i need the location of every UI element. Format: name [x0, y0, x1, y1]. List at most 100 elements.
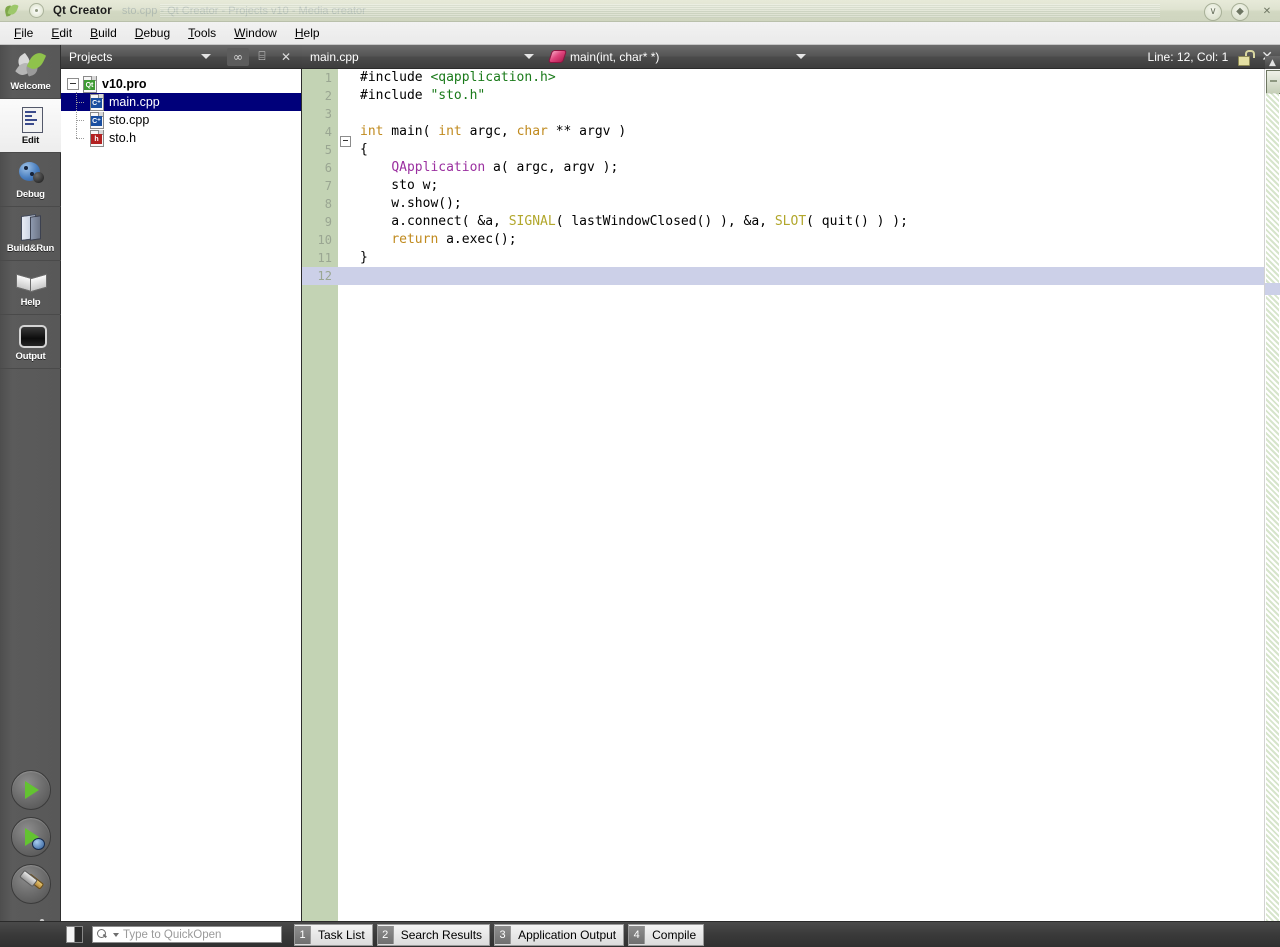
- code-line[interactable]: 9 a.connect( &a, SIGNAL( lastWindowClose…: [302, 213, 1280, 231]
- code-line[interactable]: 6 QApplication a( argc, argv );: [302, 159, 1280, 177]
- title-bar: Qt Creator sto.cpp - Qt Creator - Projec…: [0, 0, 1280, 22]
- line-number: 11: [317, 251, 332, 265]
- tree-label: main.cpp: [109, 95, 160, 109]
- line-text: #include <qapplication.h>: [352, 69, 556, 87]
- panel-label: Search Results: [400, 927, 483, 942]
- menu-accel-window: W: [234, 26, 246, 40]
- close-icon[interactable]: ✕: [1258, 3, 1276, 21]
- code-line[interactable]: 2 #include "sto.h": [302, 87, 1280, 105]
- code-token: a.exec();: [438, 232, 517, 247]
- tree-label: sto.h: [109, 131, 137, 145]
- menu-item-edit[interactable]: Edit: [42, 24, 81, 42]
- run-button[interactable]: [10, 770, 51, 810]
- code-token: #include: [360, 88, 431, 103]
- menu-item-build[interactable]: Build: [81, 24, 126, 42]
- code-token: SIGNAL: [508, 214, 556, 229]
- menu-accel-build: B: [90, 26, 99, 40]
- code-line-current[interactable]: 12: [302, 267, 1280, 285]
- tree-expand-toggle[interactable]: [67, 78, 79, 90]
- line-text: w.show();: [352, 195, 462, 213]
- chevron-down-icon[interactable]: [201, 54, 212, 59]
- unlocked-icon[interactable]: [1238, 49, 1256, 66]
- sidebar-toggle-icon[interactable]: [66, 926, 83, 943]
- minimize-icon[interactable]: ∨: [1204, 3, 1222, 21]
- tree-item-v10-pro[interactable]: Qt v10.pro: [61, 75, 301, 93]
- header-badge: h: [91, 134, 102, 144]
- debug-bug-icon: [16, 159, 46, 187]
- menu-item-debug[interactable]: Debug: [126, 24, 179, 42]
- panel-button-task-list[interactable]: 1 Task List: [294, 923, 373, 946]
- qt-project-icon: Qt: [82, 76, 97, 93]
- build-button[interactable]: [10, 864, 51, 904]
- code-token: ** argv ): [547, 124, 627, 139]
- mode-item-edit[interactable]: Edit: [0, 99, 61, 153]
- maximize-icon[interactable]: ◆: [1231, 3, 1249, 21]
- sync-link-icon[interactable]: ∞: [227, 47, 249, 66]
- code-line[interactable]: 8 w.show();: [302, 195, 1280, 213]
- line-number: 3: [324, 107, 332, 121]
- symbol-selector-combo[interactable]: main(int, char* *): [542, 45, 814, 69]
- menu-label-file: ile: [21, 26, 34, 40]
- mode-item-help[interactable]: Help: [0, 261, 61, 315]
- tree-item-main-cpp[interactable]: C⁺ main.cpp: [61, 92, 301, 111]
- tree-item-sto-h[interactable]: h sto.h: [61, 128, 301, 147]
- panel-button-application-output[interactable]: 3 Application Output: [494, 923, 625, 946]
- code-editor[interactable]: 1 #include <qapplication.h> 2 #include "…: [302, 69, 1280, 921]
- help-book-icon: [15, 267, 47, 295]
- code-line[interactable]: 10 return a.exec();: [302, 231, 1280, 249]
- editor-vertical-scrollbar[interactable]: ▲: [1264, 56, 1280, 921]
- split-view-icon[interactable]: ⌸: [251, 48, 273, 66]
- panel-button-compile[interactable]: 4 Compile: [628, 923, 705, 946]
- window-menu-icon[interactable]: [29, 3, 44, 18]
- header-file-icon: h: [89, 130, 104, 147]
- line-number: 12: [317, 269, 332, 283]
- mode-label-welcome: Welcome: [10, 81, 51, 92]
- menu-item-window[interactable]: Window: [225, 24, 286, 42]
- code-token: int: [438, 124, 462, 139]
- line-text: {: [352, 141, 368, 159]
- code-line[interactable]: 7 sto w;: [302, 177, 1280, 195]
- code-line[interactable]: 3: [302, 105, 1280, 123]
- code-token: w.show();: [360, 196, 462, 211]
- line-number: 7: [324, 179, 332, 193]
- mode-label-edit: Edit: [21, 135, 40, 146]
- menu-label-build: uild: [98, 26, 117, 40]
- menu-accel-help: H: [294, 26, 304, 40]
- panel-button-search-results[interactable]: 2 Search Results: [376, 923, 491, 946]
- code-line[interactable]: 4 int main( int argc, char ** argv ): [302, 123, 1280, 147]
- mode-item-debug[interactable]: Debug: [0, 153, 61, 207]
- code-line[interactable]: 1 #include <qapplication.h>: [302, 69, 1280, 87]
- code-token: {: [360, 142, 368, 157]
- tree-item-sto-cpp[interactable]: C⁺ sto.cpp: [61, 110, 301, 129]
- menu-item-tools[interactable]: Tools: [179, 24, 225, 42]
- mode-item-build-and-run[interactable]: Build&Run: [0, 207, 61, 261]
- code-token: return: [391, 232, 439, 247]
- mode-item-output[interactable]: Output: [0, 315, 61, 369]
- code-token: }: [360, 250, 368, 265]
- code-line[interactable]: 11 }: [302, 249, 1280, 267]
- debug-button[interactable]: [10, 817, 51, 857]
- code-lines: 1 #include <qapplication.h> 2 #include "…: [302, 69, 1280, 285]
- search-placeholder: Type to QuickOpen: [123, 928, 222, 941]
- chevron-down-icon[interactable]: [113, 932, 119, 937]
- tree-indent-guide: [67, 92, 89, 111]
- scroll-up-arrow-icon[interactable]: ▲: [1265, 56, 1280, 69]
- line-text: #include "sto.h": [352, 87, 485, 105]
- code-token: #include: [360, 70, 431, 85]
- menu-item-help[interactable]: Help: [286, 24, 329, 42]
- search-input[interactable]: Type to QuickOpen: [92, 926, 282, 943]
- panel-label: Task List: [318, 927, 365, 942]
- sidebar-header-icons: ∞ ⌸ ✕: [227, 47, 302, 66]
- code-token: QApplication: [391, 160, 486, 175]
- file-selector-combo[interactable]: main.cpp: [302, 45, 542, 69]
- cpp-file-icon: C⁺: [89, 94, 104, 111]
- code-line[interactable]: 5 {: [302, 141, 1280, 159]
- output-panel-buttons: 1 Task List 2 Search Results 3 Applicati…: [294, 923, 708, 946]
- menu-item-file[interactable]: File: [5, 24, 42, 42]
- close-icon[interactable]: ✕: [275, 48, 297, 66]
- mode-item-welcome[interactable]: Welcome: [0, 45, 61, 99]
- tree-label: v10.pro: [102, 77, 147, 91]
- scrollbar-track[interactable]: [1266, 93, 1279, 921]
- status-bar: Type to QuickOpen 1 Task List 2 Search R…: [0, 921, 1280, 947]
- scrollbar-thumb[interactable]: [1266, 70, 1280, 94]
